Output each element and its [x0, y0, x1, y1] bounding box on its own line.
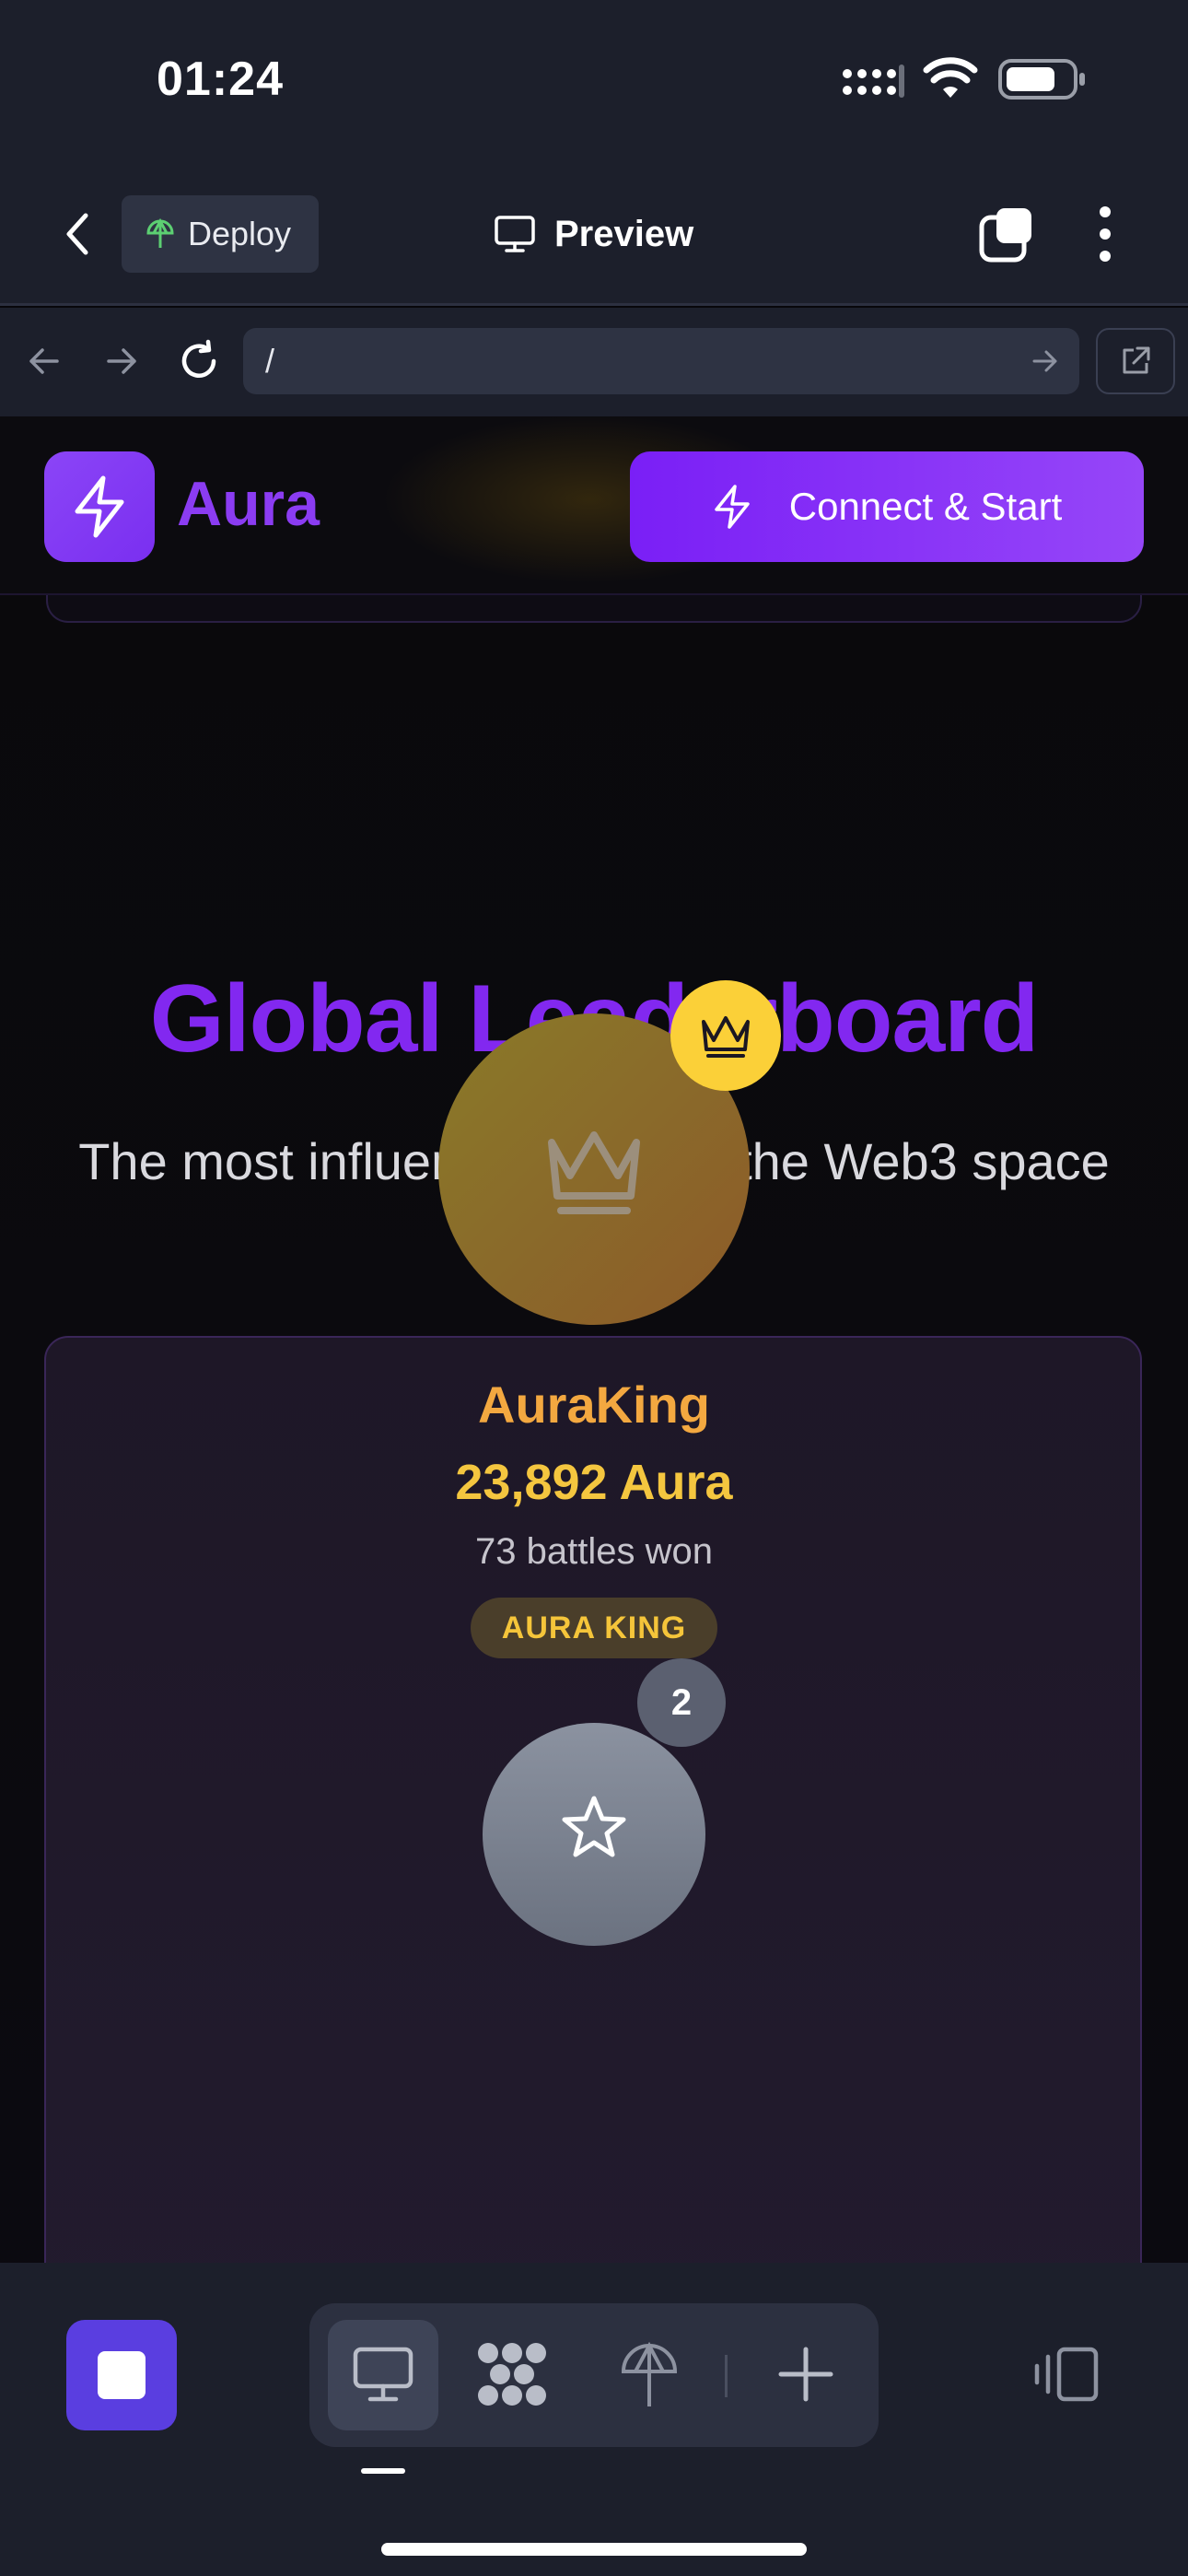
monitor-icon [495, 216, 535, 252]
deploy-button[interactable]: Deploy [122, 195, 319, 273]
preview-title: Preview [494, 205, 693, 263]
url-go-icon[interactable] [1031, 348, 1059, 379]
web-content: Aura Connect & Start Global Leaderboard … [0, 416, 1188, 2263]
battery-icon [998, 59, 1087, 104]
url-input[interactable]: / [243, 328, 1079, 394]
active-tab-indicator [361, 2468, 405, 2474]
nav-back-icon[interactable] [26, 343, 63, 384]
rank-one-badge [670, 980, 781, 1091]
top-kol-rank-badge: AURA KING [471, 1598, 717, 1658]
status-time: 01:24 [157, 53, 284, 106]
more-menu-icon[interactable] [1094, 205, 1116, 268]
lightning-icon [75, 475, 124, 538]
stop-icon [98, 2351, 146, 2399]
crown-icon [702, 1016, 750, 1058]
view-code-button[interactable] [475, 2340, 549, 2413]
url-text: / [265, 342, 275, 380]
monitor-icon [352, 2346, 414, 2407]
nav-forward-icon[interactable] [103, 343, 140, 384]
device-toggle-icon[interactable] [1031, 2346, 1101, 2407]
add-icon[interactable] [777, 2346, 834, 2407]
home-indicator [381, 2543, 807, 2556]
connect-label: Connect & Start [788, 485, 1063, 528]
back-chevron-icon[interactable] [52, 205, 103, 263]
stop-button[interactable] [66, 2320, 177, 2430]
deploy-label: Deploy [188, 215, 292, 252]
tabs-icon[interactable] [978, 205, 1037, 268]
signal-icon [842, 63, 904, 104]
view-deploy-button[interactable] [619, 2340, 680, 2415]
star-icon [562, 1796, 626, 1857]
wifi-icon [923, 57, 978, 104]
external-link-icon [1123, 346, 1150, 374]
brand-name[interactable]: Aura [177, 468, 320, 540]
top-kol-name[interactable]: AuraKing [0, 1375, 1188, 1434]
deploy-icon [146, 218, 174, 248]
grid-dots-icon [478, 2343, 546, 2406]
deploy-icon [621, 2341, 678, 2406]
second-kol-avatar[interactable] [483, 1723, 705, 1946]
top-kol-score: 23,892 Aura [455, 1455, 733, 1510]
lightning-icon [715, 485, 750, 529]
crown-icon [548, 1131, 640, 1214]
divider [725, 2355, 728, 2397]
brand-logo[interactable] [44, 451, 155, 562]
rank-two-badge: 2 [637, 1658, 726, 1747]
reload-icon[interactable] [177, 339, 221, 388]
top-kol-battles: 73 battles won [475, 1531, 713, 1572]
preview-label: Preview [554, 213, 694, 254]
nav-dropdown-edge [46, 595, 1142, 623]
connect-start-button[interactable]: Connect & Start [630, 451, 1144, 562]
open-external-button[interactable] [1096, 328, 1175, 394]
